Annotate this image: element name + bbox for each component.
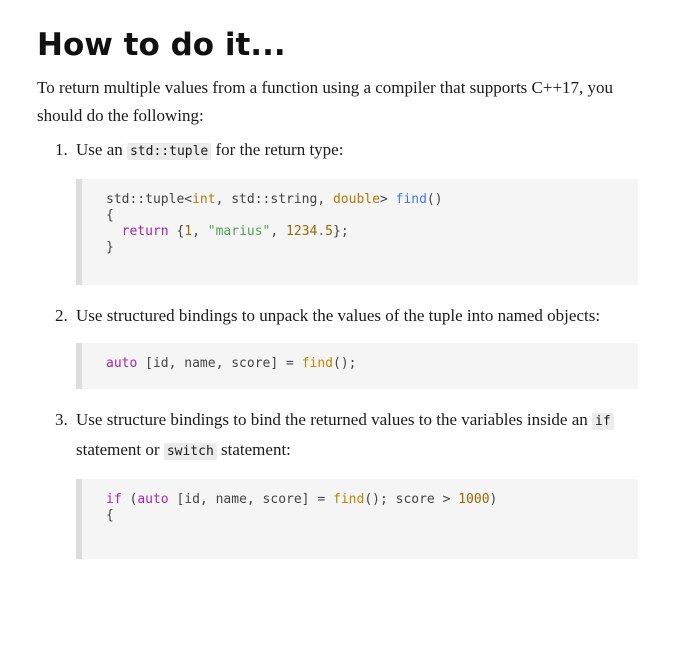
step-1-text: Use an std::tuple for the return type: <box>76 136 647 166</box>
code-token-function: find <box>395 192 427 207</box>
code-token: { <box>106 208 114 223</box>
inline-code-switch: switch <box>163 443 217 460</box>
intro-paragraph: To return multiple values from a functio… <box>37 78 614 125</box>
document-page: How to do it... To return multiple value… <box>37 24 647 559</box>
step-1-text-after: for the return type: <box>211 140 344 159</box>
step-1: 1. Use an std::tuple for the return type… <box>37 136 647 285</box>
code-token: , <box>270 224 287 239</box>
step-2: 2. Use structured bindings to unpack the… <box>37 302 647 389</box>
code-token-string: "marius" <box>207 224 271 239</box>
code-token-function: find <box>333 492 365 507</box>
step-3-text-before: Use structure bindings to bind the retur… <box>76 410 593 429</box>
code-token: [id, name, score] = <box>168 492 333 507</box>
step-1-text-before: Use an <box>76 140 127 159</box>
code-token: () <box>426 192 443 207</box>
steps-list: 1. Use an std::tuple for the return type… <box>37 136 647 559</box>
step-3-number: 3. <box>55 410 68 429</box>
code-token-keyword: if <box>106 492 122 507</box>
code-token-keyword: auto <box>137 492 169 507</box>
step-3: 3. Use structure bindings to bind the re… <box>37 406 647 559</box>
step-2-number: 2. <box>55 306 68 325</box>
inline-code-std-tuple: std::tuple <box>126 143 212 160</box>
code-token: , std::string, <box>215 192 333 207</box>
code-token-type: double <box>332 192 380 207</box>
code-token: ( <box>121 492 138 507</box>
inline-code-if: if <box>592 413 614 430</box>
code-token-function: find <box>301 356 333 371</box>
code-token: > <box>379 192 396 207</box>
step-3-text-after: statement: <box>216 440 291 459</box>
code-token: [id, name, score] = <box>137 356 302 371</box>
code-token: (); <box>333 356 357 371</box>
code-token: std::tuple< <box>106 192 193 207</box>
code-token: { <box>106 508 114 523</box>
code-token: { <box>168 224 185 239</box>
code-block-2: auto [id, name, score] = find(); <box>76 343 638 389</box>
step-3-text: Use structure bindings to bind the retur… <box>76 406 647 466</box>
step-1-number: 1. <box>55 140 68 159</box>
code-token: , <box>192 224 208 239</box>
code-token-number: 1234.5 <box>286 224 334 239</box>
section-title: How to do it... <box>37 27 286 63</box>
step-3-text-mid: statement or <box>76 440 164 459</box>
step-2-text: Use structured bindings to unpack the va… <box>76 306 601 325</box>
code-token: (); score > <box>364 492 459 507</box>
code-block-1: std::tuple<int, std::string, double> fin… <box>76 179 638 285</box>
code-token: } <box>106 240 114 255</box>
code-token-keyword: return <box>121 224 169 239</box>
code-token-number: 1000 <box>458 492 490 507</box>
code-token-type: int <box>192 192 216 207</box>
code-token: ) <box>489 492 498 507</box>
code-token: }; <box>333 224 349 239</box>
code-token-number: 1 <box>184 224 193 239</box>
code-token-keyword: auto <box>106 356 138 371</box>
code-block-3: if (auto [id, name, score] = find(); sco… <box>76 479 638 559</box>
